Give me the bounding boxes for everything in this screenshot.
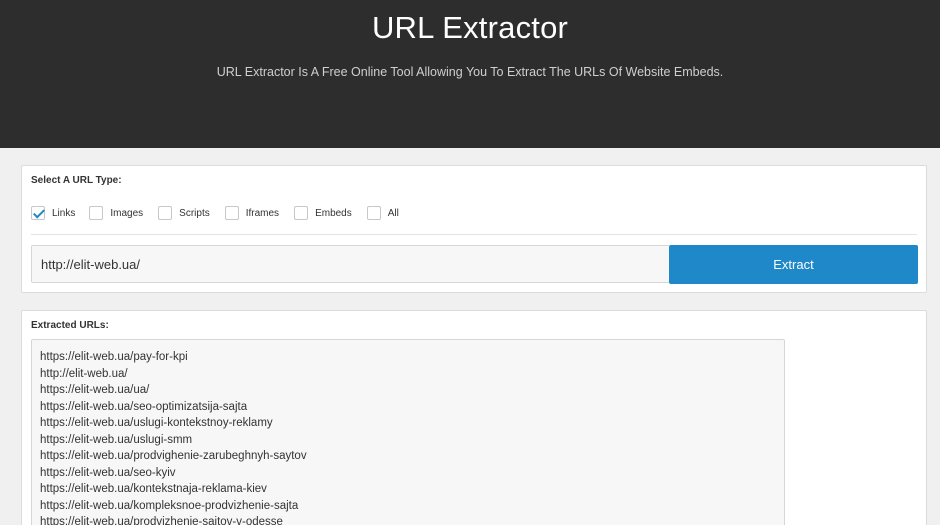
divider <box>31 234 917 235</box>
extract-button[interactable]: Extract <box>669 245 918 284</box>
url-line: https://elit-web.ua/ua/ <box>40 384 150 396</box>
results-panel: Extracted URLs: https://elit-web.ua/pay-… <box>21 310 927 525</box>
option-label: Scripts <box>179 207 210 219</box>
links-checkbox[interactable] <box>31 206 45 220</box>
option-iframes[interactable]: Iframes <box>224 206 280 220</box>
extract-form-panel: Select A URL Type: Links Images Scripts … <box>21 165 927 293</box>
iframes-checkbox[interactable] <box>224 206 239 220</box>
url-line: https://elit-web.ua/pay-for-kpi <box>40 351 188 363</box>
page-header: URL Extractor URL Extractor Is A Free On… <box>0 0 940 148</box>
url-input-gap <box>651 245 669 283</box>
option-all[interactable]: All <box>366 206 399 220</box>
url-line: https://elit-web.ua/uslugi-kontekstnoy-r… <box>40 417 273 429</box>
option-images[interactable]: Images <box>89 206 143 220</box>
extracted-urls-textarea[interactable]: https://elit-web.ua/pay-for-kpi http://e… <box>31 339 785 525</box>
url-line: https://elit-web.ua/seo-kyiv <box>40 466 176 479</box>
page-title: URL Extractor <box>371 10 569 45</box>
scripts-checkbox[interactable] <box>158 206 173 220</box>
option-label: Images <box>110 207 144 219</box>
option-label: Links <box>52 207 76 219</box>
option-embeds[interactable]: Embeds <box>294 206 352 220</box>
url-line: http://elit-web.ua/ <box>40 367 128 380</box>
url-input[interactable] <box>31 245 669 283</box>
option-label: Embeds <box>315 207 352 219</box>
option-label: All <box>387 207 399 219</box>
option-label: Iframes <box>245 207 280 219</box>
url-line: https://elit-web.ua/kompleksnoe-prodvizh… <box>40 499 299 512</box>
results-label: Extracted URLs: <box>31 320 109 331</box>
url-line: https://elit-web.ua/seo-optimizatsija-sa… <box>40 400 248 413</box>
option-scripts[interactable]: Scripts <box>158 206 210 220</box>
url-line: https://elit-web.ua/kontekstnaja-reklama… <box>40 483 267 495</box>
embeds-checkbox[interactable] <box>294 206 309 220</box>
url-line: https://elit-web.ua/prodvighenie-zarubeg… <box>40 450 307 462</box>
all-checkbox[interactable] <box>366 206 381 220</box>
page-subtitle: URL Extractor Is A Free Online Tool Allo… <box>216 65 724 79</box>
images-checkbox[interactable] <box>89 206 104 220</box>
url-type-label: Select A URL Type: <box>31 175 122 186</box>
url-line: https://elit-web.ua/uslugi-smm <box>40 433 193 446</box>
option-links[interactable]: Links <box>31 206 75 220</box>
url-line: https://elit-web.ua/prodvizhenie-sajtov-… <box>40 516 283 525</box>
url-type-options: Links Images Scripts Iframes Embeds All <box>31 205 399 221</box>
